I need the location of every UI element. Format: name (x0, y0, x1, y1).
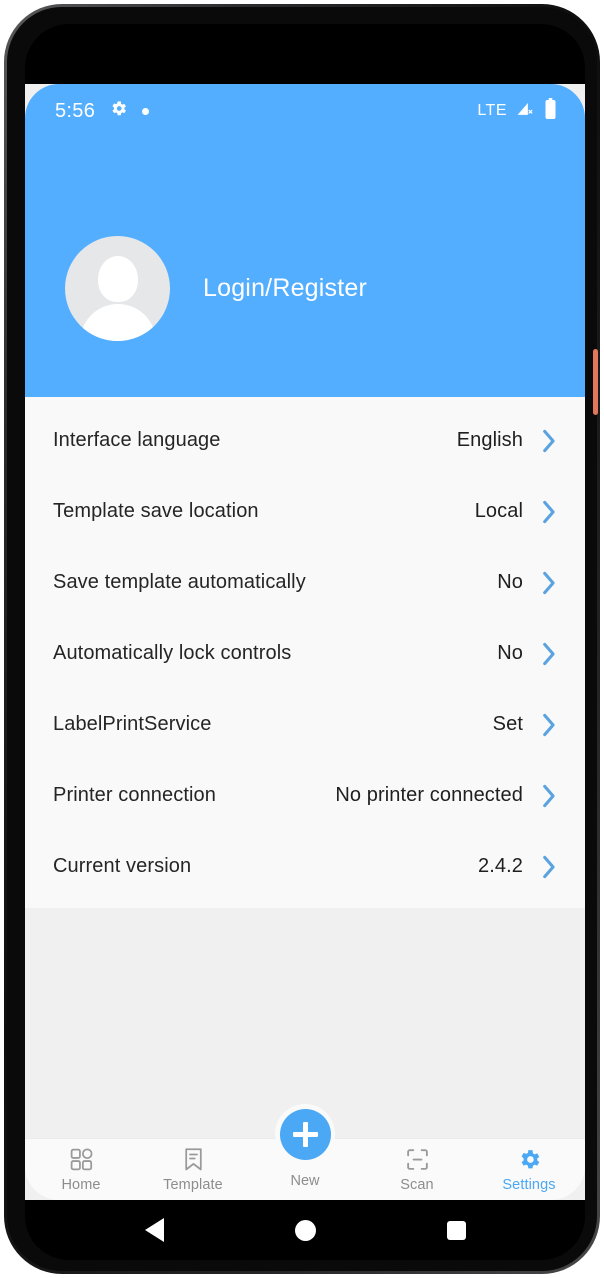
setting-label: LabelPrintService (53, 713, 212, 735)
setting-label: Current version (53, 855, 192, 877)
setting-label: Automatically lock controls (53, 642, 292, 664)
avatar-head (97, 256, 138, 302)
chevron-right-icon[interactable] (535, 500, 563, 524)
chevron-right-icon[interactable] (535, 855, 563, 879)
plus-vertical (302, 1121, 308, 1147)
tab-label: Settings (502, 1177, 556, 1193)
setting-label: Template save location (53, 500, 259, 522)
tab-home[interactable]: Home (25, 1139, 137, 1200)
app-viewport: 5:56 LTE Login/Register Interface langua… (25, 84, 585, 1200)
power-button[interactable] (593, 349, 598, 415)
setting-row-interface-language[interactable]: Interface language English (25, 405, 585, 476)
avatar-body (79, 304, 156, 341)
profile-header: 5:56 LTE Login/Register (25, 84, 585, 397)
plus-circle-icon[interactable] (279, 1108, 331, 1160)
grid-icon (69, 1146, 94, 1172)
chevron-right-icon[interactable] (535, 429, 563, 453)
battery-full-icon (544, 97, 557, 125)
tab-label: Scan (400, 1177, 434, 1193)
setting-row-labelprintservice[interactable]: LabelPrintService Set (25, 689, 585, 760)
person-avatar-icon[interactable] (65, 236, 170, 341)
setting-row-template-save-location[interactable]: Template save location Local (25, 476, 585, 547)
gear-icon (517, 1146, 542, 1172)
setting-row-printer-connection[interactable]: Printer connection No printer connected (25, 760, 585, 831)
chevron-right-icon[interactable] (535, 642, 563, 666)
home-circle-icon[interactable] (294, 1219, 316, 1241)
phone-screen: 5:56 LTE Login/Register Interface langua… (25, 24, 585, 1260)
chevron-right-icon[interactable] (535, 784, 563, 808)
setting-label: Printer connection (53, 784, 217, 806)
setting-value: 2.4.2 (478, 855, 523, 877)
status-time: 5:56 (55, 99, 96, 122)
bookmark-icon (182, 1146, 205, 1172)
chevron-right-icon[interactable] (535, 571, 563, 595)
recents-square-icon[interactable] (446, 1220, 466, 1240)
profile-login-block[interactable]: Login/Register (65, 236, 367, 341)
setting-row-automatically-lock-controls[interactable]: Automatically lock controls No (25, 618, 585, 689)
settings-list: Interface language English Template save… (25, 397, 585, 908)
setting-label: Save template automatically (53, 571, 306, 593)
tab-label: Template (163, 1177, 223, 1193)
setting-label: Interface language (53, 429, 221, 451)
phone-device-frame: 5:56 LTE Login/Register Interface langua… (4, 4, 600, 1274)
signal-no-service-icon (515, 99, 536, 123)
setting-value: No (497, 571, 523, 593)
setting-value: No printer connected (335, 784, 523, 806)
setting-value: No (497, 642, 523, 664)
login-register-label[interactable]: Login/Register (203, 274, 367, 303)
status-bar-left: 5:56 (55, 99, 150, 123)
tab-settings[interactable]: Settings (473, 1139, 585, 1200)
back-triangle-icon[interactable] (144, 1218, 164, 1242)
phone-bezel: 5:56 LTE Login/Register Interface langua… (7, 7, 598, 1271)
tab-label-new: New (290, 1173, 320, 1189)
tab-scan[interactable]: Scan (361, 1139, 473, 1200)
chevron-right-icon[interactable] (535, 713, 563, 737)
dot-indicator-icon (142, 107, 150, 115)
tab-label: Home (61, 1177, 101, 1193)
status-bar-right: LTE (477, 97, 557, 125)
gear-icon (109, 99, 128, 123)
setting-value: English (456, 429, 523, 451)
network-type-label: LTE (477, 102, 507, 119)
new-fab-container (275, 1104, 335, 1164)
setting-value: Local (474, 500, 523, 522)
scan-frame-icon (405, 1146, 430, 1172)
setting-row-current-version[interactable]: Current version 2.4.2 (25, 831, 585, 902)
setting-value: Set (492, 713, 523, 735)
tab-template[interactable]: Template (137, 1139, 249, 1200)
android-system-nav (25, 1200, 585, 1260)
bottom-navigation-bar: Home Template Scan Settings New (25, 1104, 585, 1200)
status-bar: 5:56 LTE (25, 84, 585, 138)
setting-row-save-template-automatically[interactable]: Save template automatically No (25, 547, 585, 618)
